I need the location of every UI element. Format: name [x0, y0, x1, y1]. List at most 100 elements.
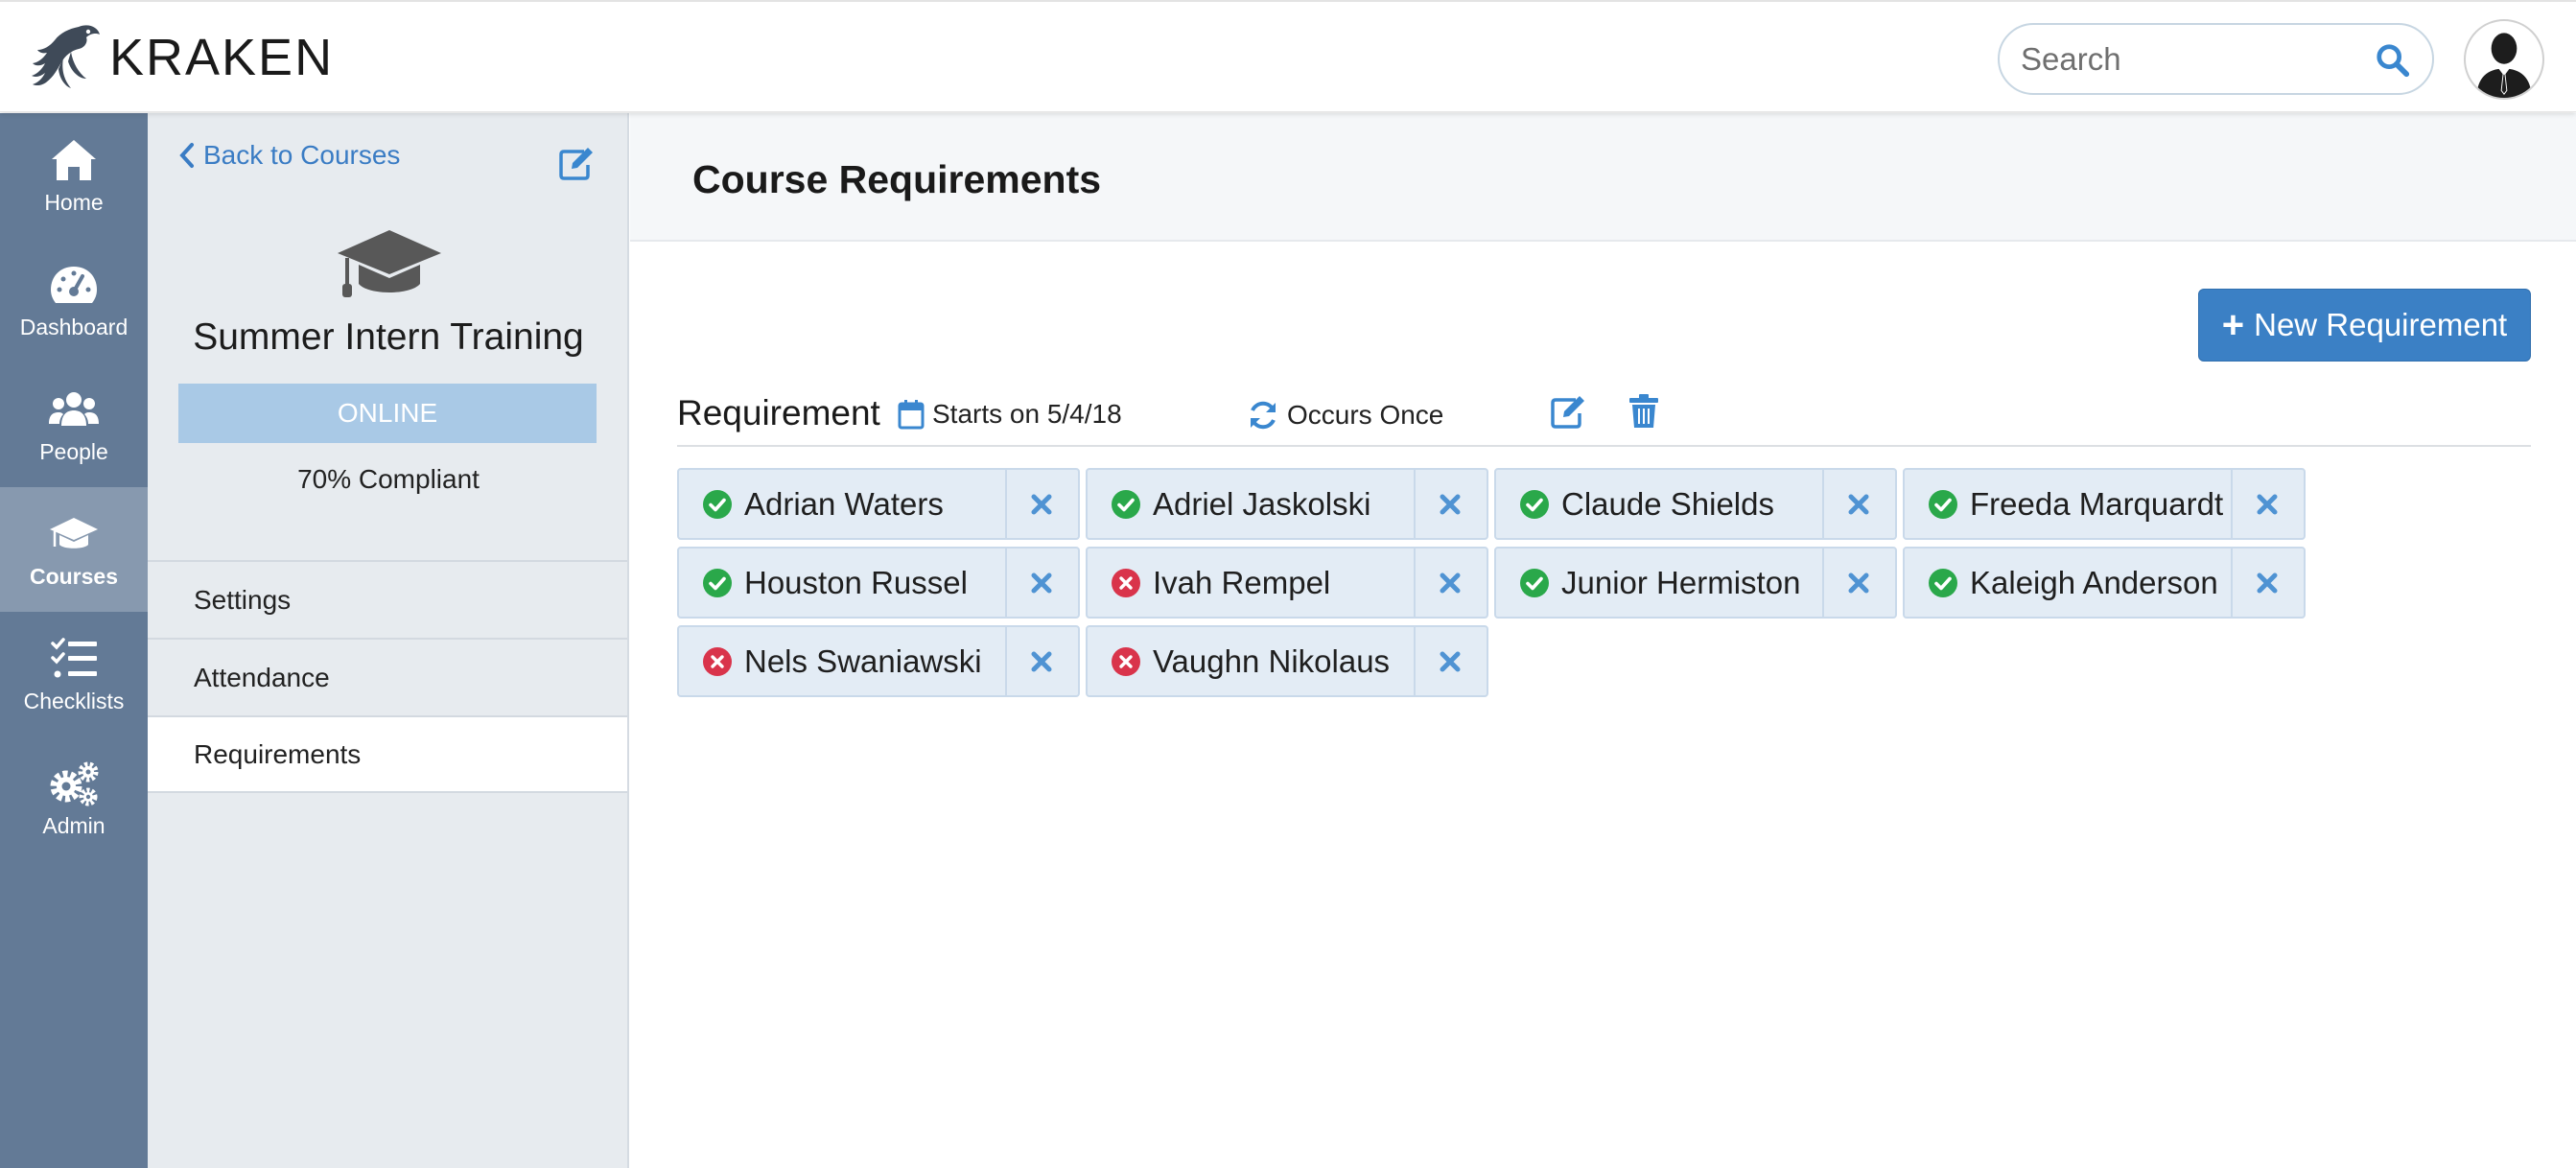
- kraken-logo-icon: [32, 25, 100, 88]
- calendar-icon: [898, 400, 925, 430]
- person-name: Ivah Rempel: [1153, 564, 1331, 600]
- person-name-cell[interactable]: Adriel Jaskolski: [1088, 470, 1416, 538]
- person-name-cell[interactable]: Houston Russel: [679, 549, 1007, 617]
- remove-person-button[interactable]: [1007, 470, 1076, 538]
- person-chip: Houston Russel: [677, 547, 1080, 619]
- refresh-icon: [1251, 401, 1276, 430]
- nav-admin[interactable]: Admin: [0, 736, 148, 861]
- nav-courses[interactable]: Courses: [0, 487, 148, 612]
- remove-person-button[interactable]: [2233, 549, 2302, 617]
- remove-person-button[interactable]: [1824, 549, 1893, 617]
- person-name-cell[interactable]: Claude Shields: [1496, 470, 1824, 538]
- nav-people[interactable]: People: [0, 362, 148, 487]
- course-menu: Settings Attendance Requirements: [148, 560, 627, 793]
- requirement-header: Requirement Starts on 5/4/18 Occurs Once: [677, 389, 2531, 447]
- plus-icon: +: [2221, 304, 2245, 346]
- remove-person-button[interactable]: [1416, 470, 1485, 538]
- close-icon: [1440, 572, 1461, 593]
- close-icon: [2257, 572, 2278, 593]
- close-icon: [1031, 651, 1052, 671]
- remove-person-button[interactable]: [1007, 549, 1076, 617]
- close-icon: [2257, 494, 2278, 514]
- course-menu-requirements[interactable]: Requirements: [148, 715, 627, 793]
- person-chip: Adriel Jaskolski: [1086, 468, 1488, 540]
- check-circle-icon: [1929, 489, 1957, 519]
- person-name-cell[interactable]: Ivah Rempel: [1088, 549, 1416, 617]
- person-name: Adriel Jaskolski: [1153, 485, 1371, 522]
- person-chip: Ivah Rempel: [1086, 547, 1488, 619]
- person-name-cell[interactable]: Vaughn Nikolaus: [1088, 627, 1416, 695]
- x-circle-icon: [1112, 646, 1140, 676]
- course-menu-settings[interactable]: Settings: [148, 560, 627, 638]
- person-name: Junior Hermiston: [1561, 564, 1801, 600]
- search-icon[interactable]: [2375, 42, 2411, 79]
- nav-label: Admin: [42, 812, 105, 838]
- main-content: Course Requirements + New Requirement Re…: [630, 113, 2576, 1168]
- nav-dashboard[interactable]: Dashboard: [0, 238, 148, 362]
- person-name-cell[interactable]: Adrian Waters: [679, 470, 1007, 538]
- search-box[interactable]: [1998, 23, 2434, 95]
- person-chip: Claude Shields: [1494, 468, 1897, 540]
- gears-icon: [50, 761, 99, 806]
- home-icon: [52, 139, 96, 180]
- nav-label: People: [39, 438, 108, 464]
- remove-person-button[interactable]: [2233, 470, 2302, 538]
- nav-home[interactable]: Home: [0, 113, 148, 238]
- edit-course-icon[interactable]: [558, 146, 595, 180]
- person-chip: Kaleigh Anderson: [1903, 547, 2306, 619]
- back-to-courses-link[interactable]: Back to Courses: [178, 140, 400, 171]
- person-name-cell[interactable]: Nels Swaniawski: [679, 627, 1007, 695]
- person-name: Houston Russel: [744, 564, 968, 600]
- nav-label: Courses: [29, 563, 119, 589]
- new-requirement-button[interactable]: + New Requirement: [2198, 289, 2531, 362]
- check-circle-icon: [1929, 568, 1957, 597]
- main-nav: Home Dashboard People Courses Checklists…: [0, 113, 148, 1168]
- nav-checklists[interactable]: Checklists: [0, 612, 148, 736]
- course-sidebar: Back to Courses Summer Intern Training O…: [148, 113, 629, 1168]
- people-icon: [49, 391, 99, 426]
- compliance-text: 70% Compliant: [297, 464, 480, 494]
- person-name: Vaughn Nikolaus: [1153, 642, 1391, 679]
- person-chip: Junior Hermiston: [1494, 547, 1897, 619]
- person-chip: Freeda Marquardt: [1903, 468, 2306, 540]
- nav-label: Home: [44, 189, 104, 215]
- remove-person-button[interactable]: [1007, 627, 1076, 695]
- course-menu-attendance[interactable]: Attendance: [148, 638, 627, 715]
- person-name-cell[interactable]: Junior Hermiston: [1496, 549, 1824, 617]
- person-chip: Nels Swaniawski: [677, 625, 1080, 697]
- course-mode-badge: ONLINE: [178, 384, 597, 443]
- page-title: Course Requirements: [692, 157, 1102, 201]
- x-circle-icon: [1112, 568, 1140, 597]
- page-header: Course Requirements: [630, 113, 2576, 242]
- check-circle-icon: [1112, 489, 1140, 519]
- requirement-start-text: Starts on 5/4/18: [932, 399, 1122, 429]
- user-avatar[interactable]: [2464, 19, 2544, 100]
- user-silhouette-icon: [2476, 33, 2532, 98]
- requirement-frequency-text: Occurs Once: [1287, 400, 1444, 430]
- person-name-cell[interactable]: Kaleigh Anderson: [1905, 549, 2233, 617]
- person-name: Adrian Waters: [744, 485, 944, 522]
- remove-person-button[interactable]: [1824, 470, 1893, 538]
- check-circle-icon: [1520, 568, 1549, 597]
- graduation-cap-icon: [338, 230, 441, 297]
- requirement-label: Requirement: [677, 393, 880, 432]
- app-logo[interactable]: KRAKEN: [29, 19, 334, 96]
- trash-icon[interactable]: [1628, 393, 1659, 430]
- x-circle-icon: [703, 646, 732, 676]
- close-icon: [1848, 572, 1869, 593]
- nav-label: Checklists: [23, 688, 125, 713]
- close-icon: [1031, 494, 1052, 514]
- close-icon: [1031, 572, 1052, 593]
- search-input[interactable]: [2021, 36, 2366, 82]
- top-bar: KRAKEN: [0, 0, 2576, 112]
- remove-person-button[interactable]: [1416, 549, 1485, 617]
- person-name: Claude Shields: [1561, 485, 1774, 522]
- nav-label: Dashboard: [19, 314, 129, 339]
- remove-person-button[interactable]: [1416, 627, 1485, 695]
- person-name-cell[interactable]: Freeda Marquardt: [1905, 470, 2233, 538]
- edit-requirement-icon[interactable]: [1549, 393, 1587, 430]
- close-icon: [1440, 651, 1461, 671]
- course-title: Summer Intern Training: [193, 316, 584, 358]
- dashboard-icon: [51, 266, 97, 303]
- close-icon: [1848, 494, 1869, 514]
